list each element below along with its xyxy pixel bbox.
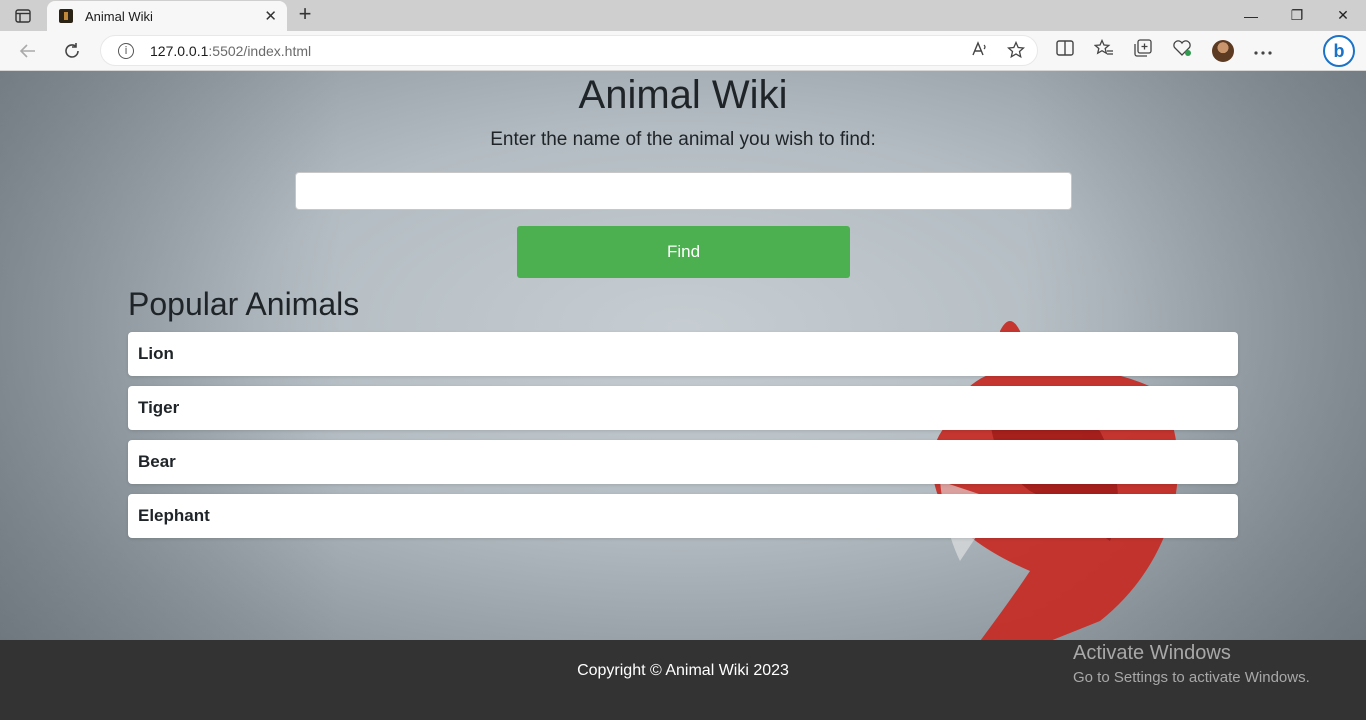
profile-avatar[interactable] (1212, 39, 1234, 62)
refresh-icon[interactable] (60, 39, 84, 63)
minimize-button[interactable]: — (1228, 0, 1274, 31)
animal-item-elephant[interactable]: Elephant (128, 494, 1238, 538)
animal-search-input[interactable] (295, 172, 1072, 210)
browser-toolbar: i 127.0.0.1:5502/index.html (0, 31, 1366, 71)
page-viewport: Animal Wiki Enter the name of the animal… (0, 71, 1366, 640)
search-prompt: Enter the name of the animal you wish to… (490, 129, 876, 150)
animal-item-bear[interactable]: Bear (128, 440, 1238, 484)
browser-tab[interactable]: Animal Wiki ✕ (47, 1, 287, 31)
activate-windows-watermark: Activate Windows Go to Settings to activ… (1073, 642, 1310, 686)
read-aloud-icon[interactable] (971, 41, 989, 64)
bing-chat-icon[interactable]: b (1323, 35, 1355, 67)
collections-icon[interactable] (1134, 39, 1152, 62)
more-menu-icon[interactable] (1254, 42, 1272, 60)
split-screen-icon[interactable] (1056, 40, 1074, 61)
browser-essentials-icon[interactable] (1172, 39, 1192, 62)
animal-item-lion[interactable]: Lion (128, 332, 1238, 376)
site-info-icon[interactable]: i (118, 42, 134, 59)
new-tab-button[interactable]: + (294, 3, 316, 26)
tab-title: Animal Wiki (85, 8, 153, 24)
favorite-star-icon[interactable] (1006, 40, 1026, 64)
window-controls: — ❐ ✕ (1228, 0, 1366, 31)
popular-animals-heading: Popular Animals (128, 286, 360, 322)
popular-animals-list: Lion Tiger Bear Elephant (128, 332, 1238, 548)
site-favicon-icon (59, 9, 73, 23)
url-path: :5502/index.html (208, 42, 312, 59)
activate-windows-title: Activate Windows (1073, 642, 1231, 664)
tab-strip: Animal Wiki ✕ + — ❐ ✕ (0, 0, 1366, 31)
tab-actions-icon[interactable] (12, 6, 34, 26)
favorites-icon[interactable] (1093, 38, 1114, 62)
address-bar[interactable]: i 127.0.0.1:5502/index.html (100, 35, 1038, 66)
animal-item-tiger[interactable]: Tiger (128, 386, 1238, 430)
close-window-button[interactable]: ✕ (1320, 0, 1366, 31)
url-text: 127.0.0.1:5502/index.html (150, 43, 311, 59)
back-arrow-icon[interactable] (16, 39, 40, 63)
page-title: Animal Wiki (578, 73, 788, 117)
restore-button[interactable]: ❐ (1274, 0, 1320, 31)
url-host: 127.0.0.1 (150, 42, 209, 59)
activate-windows-subtitle: Go to Settings to activate Windows. (1073, 669, 1310, 686)
find-button[interactable]: Find (517, 226, 850, 278)
tab-close-icon[interactable]: ✕ (264, 7, 277, 25)
